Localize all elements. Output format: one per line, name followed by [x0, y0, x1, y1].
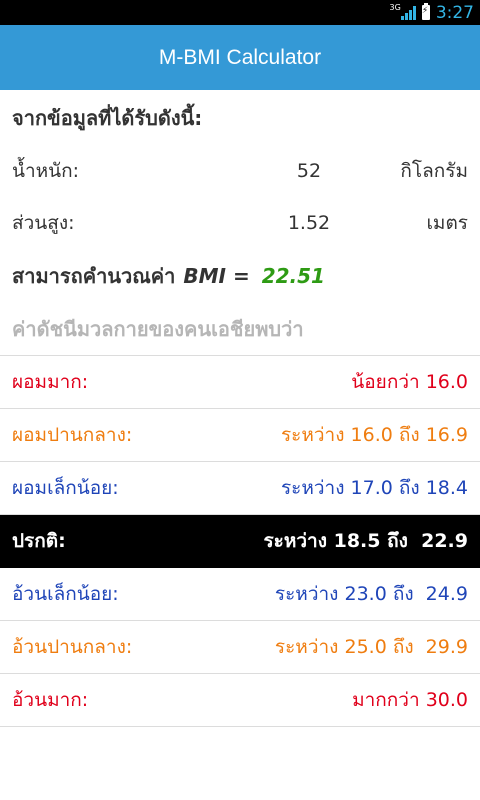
- category-row: ผอมปานกลาง: ระหว่าง 16.0 ถึง 16.9: [0, 409, 480, 462]
- category-range: ระหว่าง 16.0 ถึง 16.9: [280, 424, 468, 446]
- status-bar: 3G 3:27: [0, 0, 480, 25]
- bmi-prefix: สามารถคำนวณค่า: [12, 264, 176, 288]
- height-row: ส่วนสูง: 1.52 เมตร: [0, 197, 480, 249]
- category-label: ผอมมาก:: [12, 371, 89, 393]
- bmi-category-list: ผอมมาก: น้อยกว่า 16.0 ผอมปานกลาง: ระหว่า…: [0, 355, 480, 727]
- intro-heading: จากข้อมูลที่ได้รับดังนี้:: [0, 90, 480, 145]
- bmi-result-row: สามารถคำนวณค่า BMI = 22.51: [0, 249, 480, 303]
- category-label: ปรกติ:: [12, 530, 66, 552]
- network-type: 3G: [389, 3, 401, 12]
- category-range: ระหว่าง 23.0 ถึง 24.9: [274, 583, 468, 605]
- weight-value: 52: [296, 160, 322, 182]
- category-section-header: ค่าดัชนีมวลกายของคนเอชียพบว่า: [0, 303, 480, 355]
- category-row: ผอมเล็กน้อย: ระหว่าง 17.0 ถึง 18.4: [0, 462, 480, 515]
- category-row: อ้วนเล็กน้อย: ระหว่าง 23.0 ถึง 24.9: [0, 568, 480, 621]
- section-title: ค่าดัชนีมวลกายของคนเอชียพบว่า: [12, 317, 304, 341]
- height-value: 1.52: [287, 212, 331, 234]
- weight-label: น้ำหนัก:: [12, 160, 80, 182]
- category-range: ระหว่าง 25.0 ถึง 29.9: [274, 636, 468, 658]
- category-row: ผอมมาก: น้อยกว่า 16.0: [0, 356, 480, 409]
- status-time: 3:27: [435, 2, 474, 23]
- category-range: ระหว่าง 18.5 ถึง 22.9: [263, 530, 468, 552]
- app-title: M-BMI Calculator: [158, 45, 322, 69]
- weight-row: น้ำหนัก: 52 กิโลกรัม: [0, 145, 480, 197]
- category-range: มากกว่า 30.0: [352, 689, 468, 711]
- category-range: น้อยกว่า 16.0: [351, 371, 468, 393]
- weight-unit: กิโลกรัม: [400, 160, 468, 182]
- height-label: ส่วนสูง:: [12, 212, 75, 234]
- category-label: อ้วนเล็กน้อย:: [12, 583, 119, 605]
- category-range: ระหว่าง 17.0 ถึง 18.4: [280, 477, 468, 499]
- category-label: อ้วนมาก:: [12, 689, 89, 711]
- height-unit: เมตร: [426, 212, 468, 234]
- app-bar: M-BMI Calculator: [0, 25, 480, 90]
- category-label: ผอมปานกลาง:: [12, 424, 133, 446]
- battery-charging-icon: [421, 3, 430, 20]
- category-row: อ้วนปานกลาง: ระหว่าง 25.0 ถึง 29.9: [0, 621, 480, 674]
- signal-icon: [400, 5, 416, 20]
- category-label: อ้วนปานกลาง:: [12, 636, 133, 658]
- category-label: ผอมเล็กน้อย:: [12, 477, 119, 499]
- category-row-normal: ปรกติ: ระหว่าง 18.5 ถึง 22.9: [0, 515, 480, 568]
- category-row: อ้วนมาก: มากกว่า 30.0: [0, 674, 480, 727]
- intro-text: จากข้อมูลที่ได้รับดังนี้:: [12, 105, 203, 130]
- bmi-label: BMI =: [183, 264, 250, 288]
- bmi-value: 22.51: [261, 264, 325, 288]
